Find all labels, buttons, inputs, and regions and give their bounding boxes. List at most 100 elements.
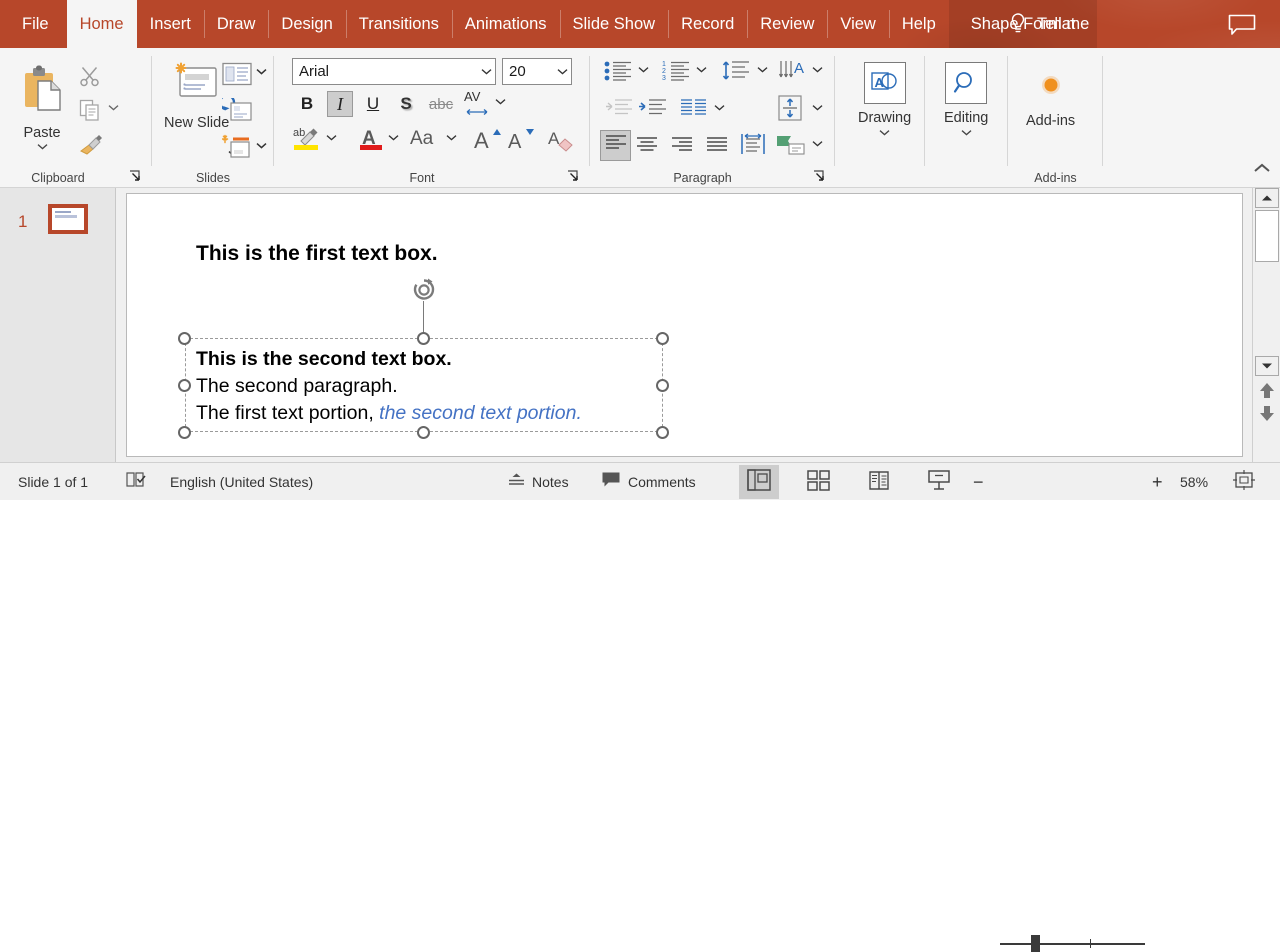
copy-button[interactable] (78, 98, 102, 127)
drawing-chevron-down-icon[interactable] (879, 129, 890, 136)
resize-handle-bottom-left[interactable] (178, 426, 191, 439)
character-spacing-button[interactable]: AV (464, 90, 490, 121)
align-right-button[interactable] (671, 136, 693, 159)
resize-handle-top-left[interactable] (178, 332, 191, 345)
slide-thumbnail-pane[interactable]: 1 (0, 188, 116, 462)
editing-chevron-down-icon[interactable] (961, 129, 972, 136)
slide-sorter-button[interactable] (799, 465, 839, 499)
drawing-button[interactable]: A Drawing (858, 62, 911, 136)
slide-canvas-area[interactable]: This is the first text box. This is the … (116, 188, 1252, 462)
tab-transitions[interactable]: Transitions (345, 0, 452, 48)
format-painter-button[interactable] (78, 132, 104, 161)
slide-show-button[interactable] (919, 465, 959, 499)
resize-handle-middle-right[interactable] (656, 379, 669, 392)
addins-button[interactable]: Add-ins (1026, 68, 1075, 129)
fit-text-button[interactable] (740, 132, 766, 161)
tab-record[interactable]: Record (668, 0, 747, 48)
tab-insert[interactable]: Insert (137, 0, 204, 48)
vertical-scrollbar[interactable] (1252, 188, 1280, 462)
text-direction-chevron-down-icon[interactable] (812, 66, 823, 73)
slide-layout-button[interactable] (222, 62, 252, 91)
thumbnail-preview[interactable] (48, 204, 88, 234)
comment-icon[interactable] (1228, 14, 1256, 36)
smartart-chevron-down-icon[interactable] (812, 140, 823, 147)
clear-formatting-button[interactable]: A (548, 126, 576, 157)
text-direction-button[interactable]: A (778, 59, 808, 87)
rotation-handle-icon[interactable] (411, 277, 437, 303)
increase-font-size-button[interactable]: A (474, 126, 502, 157)
scroll-down-button[interactable] (1255, 356, 1279, 376)
zoom-in-button[interactable]: + (1152, 463, 1163, 501)
font-color-button[interactable]: A (358, 124, 384, 157)
align-text-chevron-down-icon[interactable] (812, 104, 823, 111)
convert-to-smartart-button[interactable] (776, 134, 806, 161)
paste-chevron-down-icon[interactable] (37, 143, 48, 150)
paste-button[interactable]: Paste (16, 62, 68, 150)
comments-button[interactable]: Comments (602, 463, 696, 501)
spellcheck-button[interactable] (125, 463, 147, 501)
decrease-font-size-button[interactable]: A (508, 126, 536, 157)
scroll-up-button[interactable] (1255, 188, 1279, 208)
font-name-chevron-down-icon[interactable] (477, 68, 495, 75)
increase-indent-button[interactable] (638, 98, 666, 123)
zoom-level-indicator[interactable]: 58% (1180, 463, 1208, 501)
text-box-2[interactable]: This is the second text box. The second … (196, 346, 582, 427)
tab-design[interactable]: Design (268, 0, 345, 48)
bold-button[interactable]: B (294, 91, 320, 117)
copy-chevron-down-icon[interactable] (108, 104, 119, 111)
font-color-chevron-down-icon[interactable] (388, 134, 399, 141)
justify-button[interactable] (706, 136, 728, 159)
underline-button[interactable]: U (360, 91, 386, 117)
font-dialog-launcher[interactable] (566, 169, 580, 183)
tab-slide-show[interactable]: Slide Show (559, 0, 669, 48)
font-size-chevron-down-icon[interactable] (553, 68, 571, 75)
align-text-button[interactable] (776, 94, 804, 127)
editing-button[interactable]: Editing (944, 62, 988, 136)
tab-animations[interactable]: Animations (451, 0, 560, 48)
new-slide-button[interactable]: New Slide (164, 62, 229, 131)
decrease-indent-button[interactable] (604, 98, 632, 123)
columns-button[interactable] (680, 98, 708, 123)
zoom-slider-thumb[interactable] (1031, 935, 1040, 952)
resize-handle-top-center[interactable] (417, 332, 430, 345)
reset-slide-button[interactable] (218, 94, 252, 129)
paragraph-dialog-launcher[interactable] (812, 169, 826, 183)
next-slide-button[interactable] (1259, 404, 1275, 422)
tab-home[interactable]: Home (66, 0, 137, 48)
cut-button[interactable] (78, 64, 102, 93)
section-button[interactable] (221, 134, 252, 165)
tab-draw[interactable]: Draw (203, 0, 269, 48)
text-shadow-button[interactable]: S (393, 91, 419, 117)
text-highlight-chevron-down-icon[interactable] (326, 134, 337, 141)
resize-handle-bottom-right[interactable] (656, 426, 669, 439)
scrollbar-thumb[interactable] (1255, 210, 1279, 262)
section-chevron-down-icon[interactable] (256, 142, 267, 149)
numbering-chevron-down-icon[interactable] (696, 66, 707, 73)
resize-handle-bottom-center[interactable] (417, 426, 430, 439)
columns-chevron-down-icon[interactable] (714, 104, 725, 111)
change-case-chevron-down-icon[interactable] (446, 134, 457, 141)
bullets-button[interactable] (604, 60, 632, 87)
resize-handle-top-right[interactable] (656, 332, 669, 345)
tab-view[interactable]: View (827, 0, 888, 48)
zoom-slider-track[interactable] (1000, 943, 1145, 945)
resize-handle-middle-left[interactable] (178, 379, 191, 392)
tell-me-box[interactable]: Tell me (1008, 0, 1089, 48)
line-spacing-button[interactable] (722, 59, 750, 87)
numbering-button[interactable]: 123 (662, 60, 690, 87)
font-name-combo[interactable]: Arial (292, 58, 496, 85)
notes-button[interactable]: Notes (508, 463, 569, 501)
previous-slide-button[interactable] (1259, 382, 1275, 400)
change-case-button[interactable]: Aa (410, 128, 433, 150)
tab-review[interactable]: Review (747, 0, 827, 48)
normal-view-button[interactable] (739, 465, 779, 499)
language-indicator[interactable]: English (United States) (170, 463, 313, 501)
thumbnail-slide-1[interactable]: 1 (0, 202, 116, 248)
align-center-button[interactable] (636, 136, 658, 159)
bullets-chevron-down-icon[interactable] (638, 66, 649, 73)
slide-surface[interactable]: This is the first text box. This is the … (126, 193, 1243, 457)
tab-file[interactable]: File (0, 0, 67, 48)
line-spacing-chevron-down-icon[interactable] (757, 66, 768, 73)
strikethrough-button[interactable]: abc (424, 91, 458, 117)
font-size-combo[interactable]: 20 (502, 58, 572, 85)
